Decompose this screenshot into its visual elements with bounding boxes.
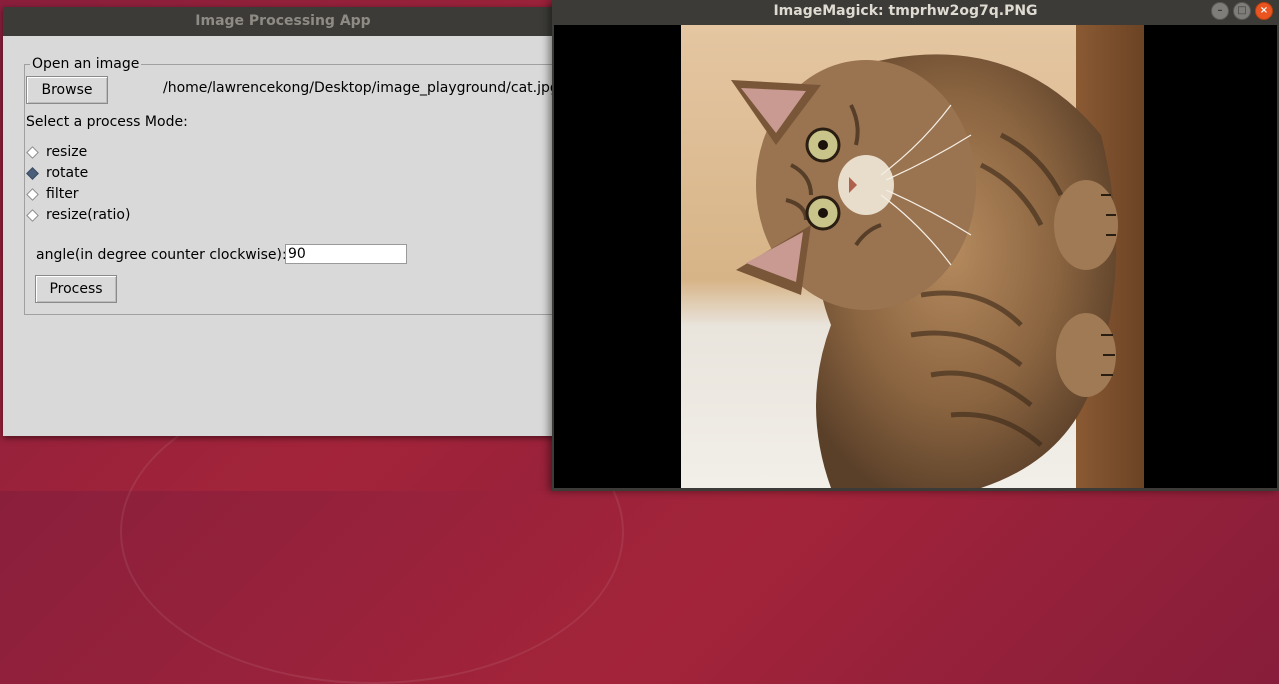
group-label: Open an image [30,56,142,72]
radio-indicator [26,187,39,201]
maximize-button[interactable]: □ [1233,2,1251,20]
rotated-cat-image [681,25,1144,488]
angle-input[interactable] [285,244,407,264]
angle-label: angle(in degree counter clockwise): [36,247,287,263]
process-button[interactable]: Process [35,275,117,303]
radio-filter[interactable]: filter [25,184,79,204]
window-title: Image Processing App [3,7,563,36]
radio-label: filter [46,186,79,202]
radio-resize-ratio[interactable]: resize(ratio) [25,205,130,225]
imagemagick-window: ImageMagick: tmprhw2og7q.PNG – □ × [552,0,1279,491]
radio-label: rotate [46,165,89,181]
image-processing-window: Image Processing App Open an image Brows… [3,7,565,436]
radio-resize[interactable]: resize [25,142,87,162]
radio-indicator [26,208,39,222]
mode-prompt-label: Select a process Mode: [26,114,188,130]
radio-label: resize(ratio) [46,207,131,223]
close-button[interactable]: × [1255,2,1273,20]
radio-indicator [26,145,39,159]
viewer-title: ImageMagick: tmprhw2og7q.PNG [773,3,1038,19]
file-path-label: /home/lawrencekong/Desktop/image_playgro… [163,80,559,96]
window-controls: – □ × [1211,2,1273,20]
image-canvas [554,25,1277,488]
browse-button[interactable]: Browse [26,76,108,104]
radio-indicator-selected [26,166,39,180]
radio-rotate[interactable]: rotate [25,163,88,183]
minimize-button[interactable]: – [1211,2,1229,20]
radio-label: resize [46,144,88,160]
